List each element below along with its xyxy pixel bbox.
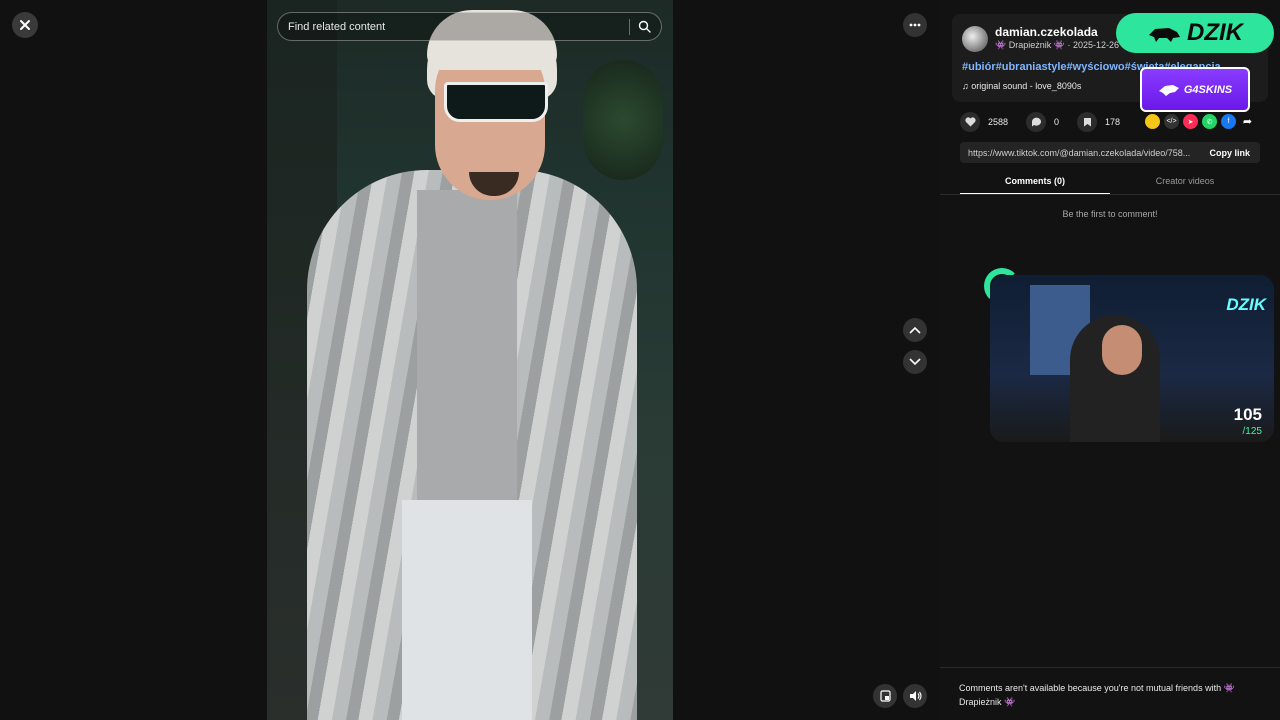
tiktok-video-viewer: Find related content damian.czekolada 👾 … (0, 0, 1280, 720)
previous-video-button[interactable] (903, 318, 927, 342)
video-sunglasses (444, 82, 548, 122)
save-button[interactable] (1077, 112, 1098, 132)
facebook-icon[interactable]: f (1221, 114, 1236, 129)
badge-icon: 👾 (1004, 697, 1016, 707)
close-icon (20, 20, 30, 30)
float-player-button[interactable] (873, 684, 897, 708)
comments-unavailable-notice: Comments aren't available because you're… (959, 681, 1259, 709)
chevron-down-icon (909, 358, 921, 366)
like-button[interactable] (960, 112, 980, 132)
notice-text: Comments aren't available because you're… (959, 683, 1222, 693)
panther-icon (1158, 84, 1179, 96)
g4skins-logo-text: G4SKINS (1183, 83, 1233, 96)
picture-in-picture-icon (879, 690, 891, 702)
badge-icon: 👾 (1053, 40, 1065, 50)
send-icon[interactable]: ➤ (1183, 114, 1198, 129)
chevron-up-icon (909, 326, 921, 334)
webcam-counter-total: /125 (1242, 426, 1262, 437)
author-subline: 👾 Drapieżnik 👾 · 2025-12-26 (995, 40, 1119, 51)
comment-count: 0 (1054, 117, 1060, 127)
tab-divider (940, 194, 1280, 195)
username[interactable]: damian.czekolada (995, 25, 1098, 39)
video-plant (583, 60, 663, 180)
heart-icon (964, 117, 976, 127)
search-icon[interactable] (638, 20, 651, 33)
dzik-logo-text: DZIK (1187, 19, 1243, 46)
engagement-stats: 2588 0 178 (960, 112, 1130, 132)
tab-creator-videos[interactable]: Creator videos (1110, 172, 1260, 194)
close-button[interactable] (12, 12, 38, 38)
webcam-neon-sign: DZIK (1226, 295, 1266, 314)
next-video-button[interactable] (903, 350, 927, 374)
video-player-area: Find related content (0, 0, 940, 720)
webcam-face (1102, 325, 1142, 375)
video-frame[interactable] (267, 0, 673, 720)
boar-icon (1149, 28, 1180, 42)
music-note-icon: ♫ (962, 81, 972, 91)
share-friends-icon[interactable] (1145, 114, 1160, 129)
whatsapp-icon[interactable]: ✆ (1202, 114, 1217, 129)
dzik-logo: DZIK (1116, 13, 1274, 53)
comment-icon (1031, 117, 1041, 127)
save-count: 178 (1105, 117, 1121, 127)
tab-bar: Comments (0) Creator videos (960, 172, 1260, 194)
sound-name: original sound - love_8090s (971, 81, 1082, 91)
bookmark-icon (1083, 118, 1091, 127)
copy-link-button[interactable]: Copy link (1199, 148, 1260, 158)
g4skins-logo: G4SKINS (1140, 67, 1250, 112)
more-options-button[interactable] (903, 13, 927, 37)
volume-icon (909, 691, 922, 701)
search-bar[interactable]: Find related content (277, 12, 662, 41)
search-divider (629, 18, 630, 35)
comment-button[interactable] (1026, 112, 1047, 132)
share-buttons: </> ➤ ✆ f ➦ (1145, 114, 1255, 129)
sound-row[interactable]: ♫ original sound - love_8090s (962, 81, 1081, 91)
streamer-webcam-overlay: DZIK 105 /125 (990, 275, 1274, 442)
display-name[interactable]: Drapieżnik (1009, 40, 1052, 50)
volume-button[interactable] (903, 684, 927, 708)
notice-name: Drapieżnik (959, 697, 1002, 707)
tab-comments[interactable]: Comments (0) (960, 172, 1110, 194)
comments-empty-state: Be the first to comment! (1062, 209, 1158, 219)
post-date: 2025-12-26 (1073, 40, 1120, 50)
badge-icon: 👾 (995, 40, 1007, 50)
video-pants (402, 500, 532, 720)
embed-icon[interactable]: </> (1164, 114, 1179, 129)
video-url[interactable]: https://www.tiktok.com/@damian.czekolada… (968, 148, 1199, 158)
search-input[interactable]: Find related content (288, 21, 629, 33)
more-icon (909, 23, 921, 27)
share-icon[interactable]: ➦ (1240, 114, 1255, 129)
badge-icon: 👾 (1223, 683, 1235, 693)
like-count: 2588 (988, 117, 1009, 127)
link-row: https://www.tiktok.com/@damian.czekolada… (960, 142, 1260, 163)
video-shirt (417, 190, 517, 520)
avatar[interactable] (962, 26, 988, 52)
webcam-counter: 105 (1233, 405, 1262, 424)
bottom-divider (940, 667, 1280, 668)
